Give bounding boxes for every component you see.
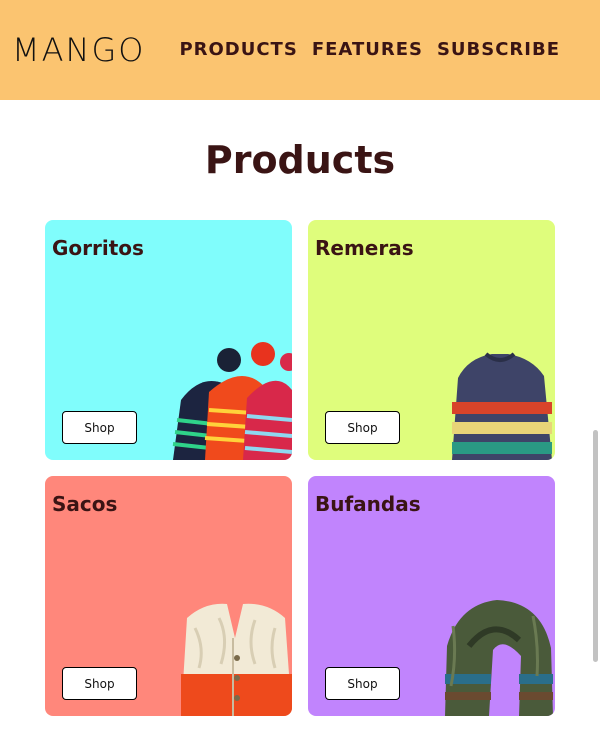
shop-button[interactable]: Shop [62,411,137,444]
site-header: MANGO PRODUCTS FEATURES SUBSCRIBE [0,0,600,100]
product-card-bufandas: Bufandas Shop [308,476,555,716]
shop-button[interactable]: Shop [62,667,137,700]
nav-products[interactable]: PRODUCTS [179,40,297,60]
beanies-image [172,342,292,460]
nav-features[interactable]: FEATURES [312,40,423,60]
product-card-sacos: Sacos Shop [45,476,292,716]
product-title: Gorritos [52,236,144,260]
cardigan-image [181,603,292,716]
product-title: Remeras [315,236,414,260]
scarf-image [445,600,553,716]
page-title: Products [204,138,396,182]
product-card-gorritos: Gorritos Shop [45,220,292,460]
main-nav: PRODUCTS FEATURES SUBSCRIBE [179,40,560,60]
shop-button[interactable]: Shop [325,411,400,444]
nav-subscribe[interactable]: SUBSCRIBE [437,40,560,60]
product-card-remeras: Remeras Shop [308,220,555,460]
mango-logo[interactable]: MANGO [12,34,145,66]
sweater-image [452,352,552,460]
product-title: Bufandas [315,492,421,516]
shop-button[interactable]: Shop [325,667,400,700]
product-title: Sacos [52,492,118,516]
scrollbar-thumb[interactable] [593,430,598,662]
